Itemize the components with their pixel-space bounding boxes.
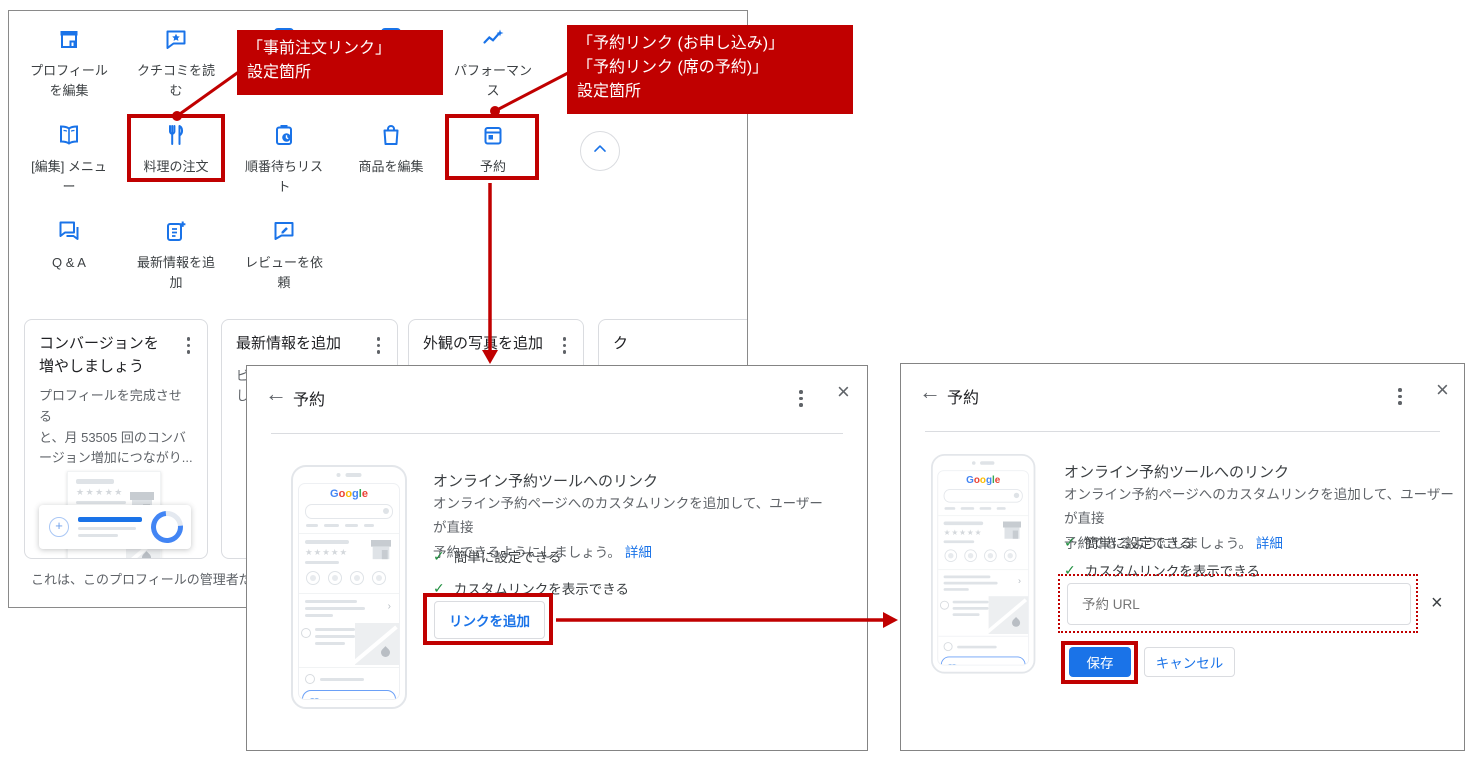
highlight-box-save <box>1061 641 1138 684</box>
map-illustration <box>355 623 399 665</box>
progress-donut <box>144 504 190 550</box>
action-read-reviews[interactable]: クチコミを読 む <box>121 27 231 101</box>
close-icon[interactable]: × <box>837 379 850 405</box>
clipboard-clock-icon <box>272 123 296 147</box>
cancel-button[interactable]: キャンセル <box>1144 647 1235 677</box>
clock-icon <box>305 674 315 684</box>
post-add-icon <box>164 219 188 243</box>
dialog-heading: オンライン予約ツールへのリンク <box>433 473 659 490</box>
action-label: パフォーマン ス <box>453 63 532 99</box>
link-chain-icon <box>308 694 321 699</box>
chevron-right-icon: › <box>387 601 391 612</box>
kebab-menu-icon[interactable] <box>560 333 570 358</box>
phone-illustration: Google ★★★★★ › <box>931 454 1036 674</box>
details-link[interactable]: 詳細 <box>625 545 652 560</box>
custom-link-highlight <box>302 690 396 699</box>
check-icon: ✓ <box>1064 533 1076 550</box>
card-body: プロフィールを完成させる と、月 53505 回のコンバ ージョン増加につながり… <box>39 388 193 466</box>
map-pin-icon <box>379 646 392 659</box>
kebab-menu-icon[interactable] <box>184 333 194 358</box>
check-icon: ✓ <box>433 547 445 564</box>
highlight-box-food-ordering <box>127 114 225 182</box>
custom-link-highlight <box>940 656 1026 665</box>
review-request-icon <box>272 219 296 243</box>
preorder-link-annotation: 「事前注文リンク」 設定箇所 <box>237 30 443 95</box>
divider <box>925 431 1440 432</box>
dialog-heading: オンライン予約ツールへのリンク <box>1064 464 1290 481</box>
kebab-menu-icon[interactable] <box>1395 384 1405 409</box>
stars-decoration: ★★★★★ <box>943 527 983 537</box>
action-ask-for-reviews[interactable]: レビューを依 頼 <box>229 219 339 293</box>
close-icon[interactable]: × <box>1436 377 1449 403</box>
dialog-title: 予約 <box>293 392 326 409</box>
action-waitlist[interactable]: 順番待ちリス ト <box>229 123 339 197</box>
action-edit-menu[interactable]: [編集] メニュ ー <box>14 123 124 197</box>
menu-book-icon <box>57 123 81 147</box>
forum-icon <box>57 219 81 243</box>
action-label: レビューを依 頼 <box>244 255 323 291</box>
search-bar-illustration <box>305 504 393 519</box>
card-title: ク <box>613 335 629 352</box>
chevron-right-icon: › <box>1017 576 1021 587</box>
storefront-illustration-icon <box>1001 521 1023 545</box>
action-label: プロフィール を編集 <box>30 63 108 99</box>
action-label: [編集] メニュ ー <box>31 159 107 195</box>
card-title: 外観の写真を追加 <box>423 335 544 352</box>
suggestion-card-conversions: コンバージョンを 増やしましょう プロフィールを完成させる と、月 53505 … <box>24 319 208 559</box>
screenshot-canvas: プロフィール を編集 クチコミを読 む パフォーマン ス [編集] メニュ ー … <box>0 0 1473 760</box>
action-label: 最新情報を追 加 <box>136 255 215 291</box>
action-add-update[interactable]: 最新情報を追 加 <box>121 219 231 293</box>
back-arrow-icon[interactable]: ← <box>265 381 287 407</box>
details-link[interactable]: 詳細 <box>1256 536 1283 551</box>
action-label: クチコミを読 む <box>136 63 215 99</box>
highlight-box-add-link <box>423 593 553 645</box>
collapse-button[interactable] <box>580 131 620 171</box>
kebab-menu-icon[interactable] <box>374 333 384 358</box>
chevron-up-icon <box>590 139 610 164</box>
highlight-box-bookings <box>445 114 539 180</box>
search-bar-illustration <box>943 489 1023 503</box>
map-illustration <box>988 596 1029 634</box>
plus-icon: + <box>49 517 69 538</box>
stars-decoration: ★★★★★ <box>305 547 349 557</box>
link-chain-icon <box>946 660 958 665</box>
action-label: Q & A <box>52 255 86 270</box>
clock-icon <box>943 642 953 652</box>
action-label: 商品を編集 <box>358 159 424 174</box>
performance-icon <box>481 27 505 51</box>
dialog-title: 予約 <box>947 390 980 407</box>
storefront-icon <box>57 27 81 51</box>
rate-review-icon <box>164 27 188 51</box>
google-logo: Google <box>330 488 368 500</box>
action-qa[interactable]: Q & A <box>14 219 124 273</box>
storefront-illustration-icon <box>369 540 393 565</box>
booking-dialog-edit: ← 予約 × Google ★★★★★ › オンライン予約ツールへのリンク オン… <box>900 363 1465 751</box>
kebab-menu-icon[interactable] <box>796 386 806 411</box>
card-title: コンバージョンを 増やしましょう <box>39 335 159 375</box>
divider <box>271 433 843 434</box>
map-pin-icon <box>1010 617 1022 629</box>
highlight-dotted-url-field <box>1058 574 1418 633</box>
action-edit-products[interactable]: 商品を編集 <box>336 123 446 177</box>
clear-field-icon[interactable]: × <box>1431 592 1443 615</box>
booking-dialog: ← 予約 × Google ★★★★★ › オンライン予約ツールへのリンク オン… <box>246 365 868 751</box>
action-performance[interactable]: パフォーマン ス <box>438 27 548 101</box>
back-arrow-icon[interactable]: ← <box>919 379 941 405</box>
phone-illustration: Google ★★★★★ › <box>291 465 407 709</box>
google-logo: Google <box>966 474 1001 486</box>
conversion-illustration: ★★★★★ + <box>39 471 193 558</box>
action-edit-profile[interactable]: プロフィール を編集 <box>14 27 124 101</box>
action-label: 順番待ちリス ト <box>244 159 323 195</box>
shopping-bag-icon <box>379 123 403 147</box>
card-title: 最新情報を追加 <box>236 335 342 352</box>
booking-link-annotation: 「予約リンク (お申し込み)」 「予約リンク (席の予約)」 設定箇所 <box>567 25 853 114</box>
